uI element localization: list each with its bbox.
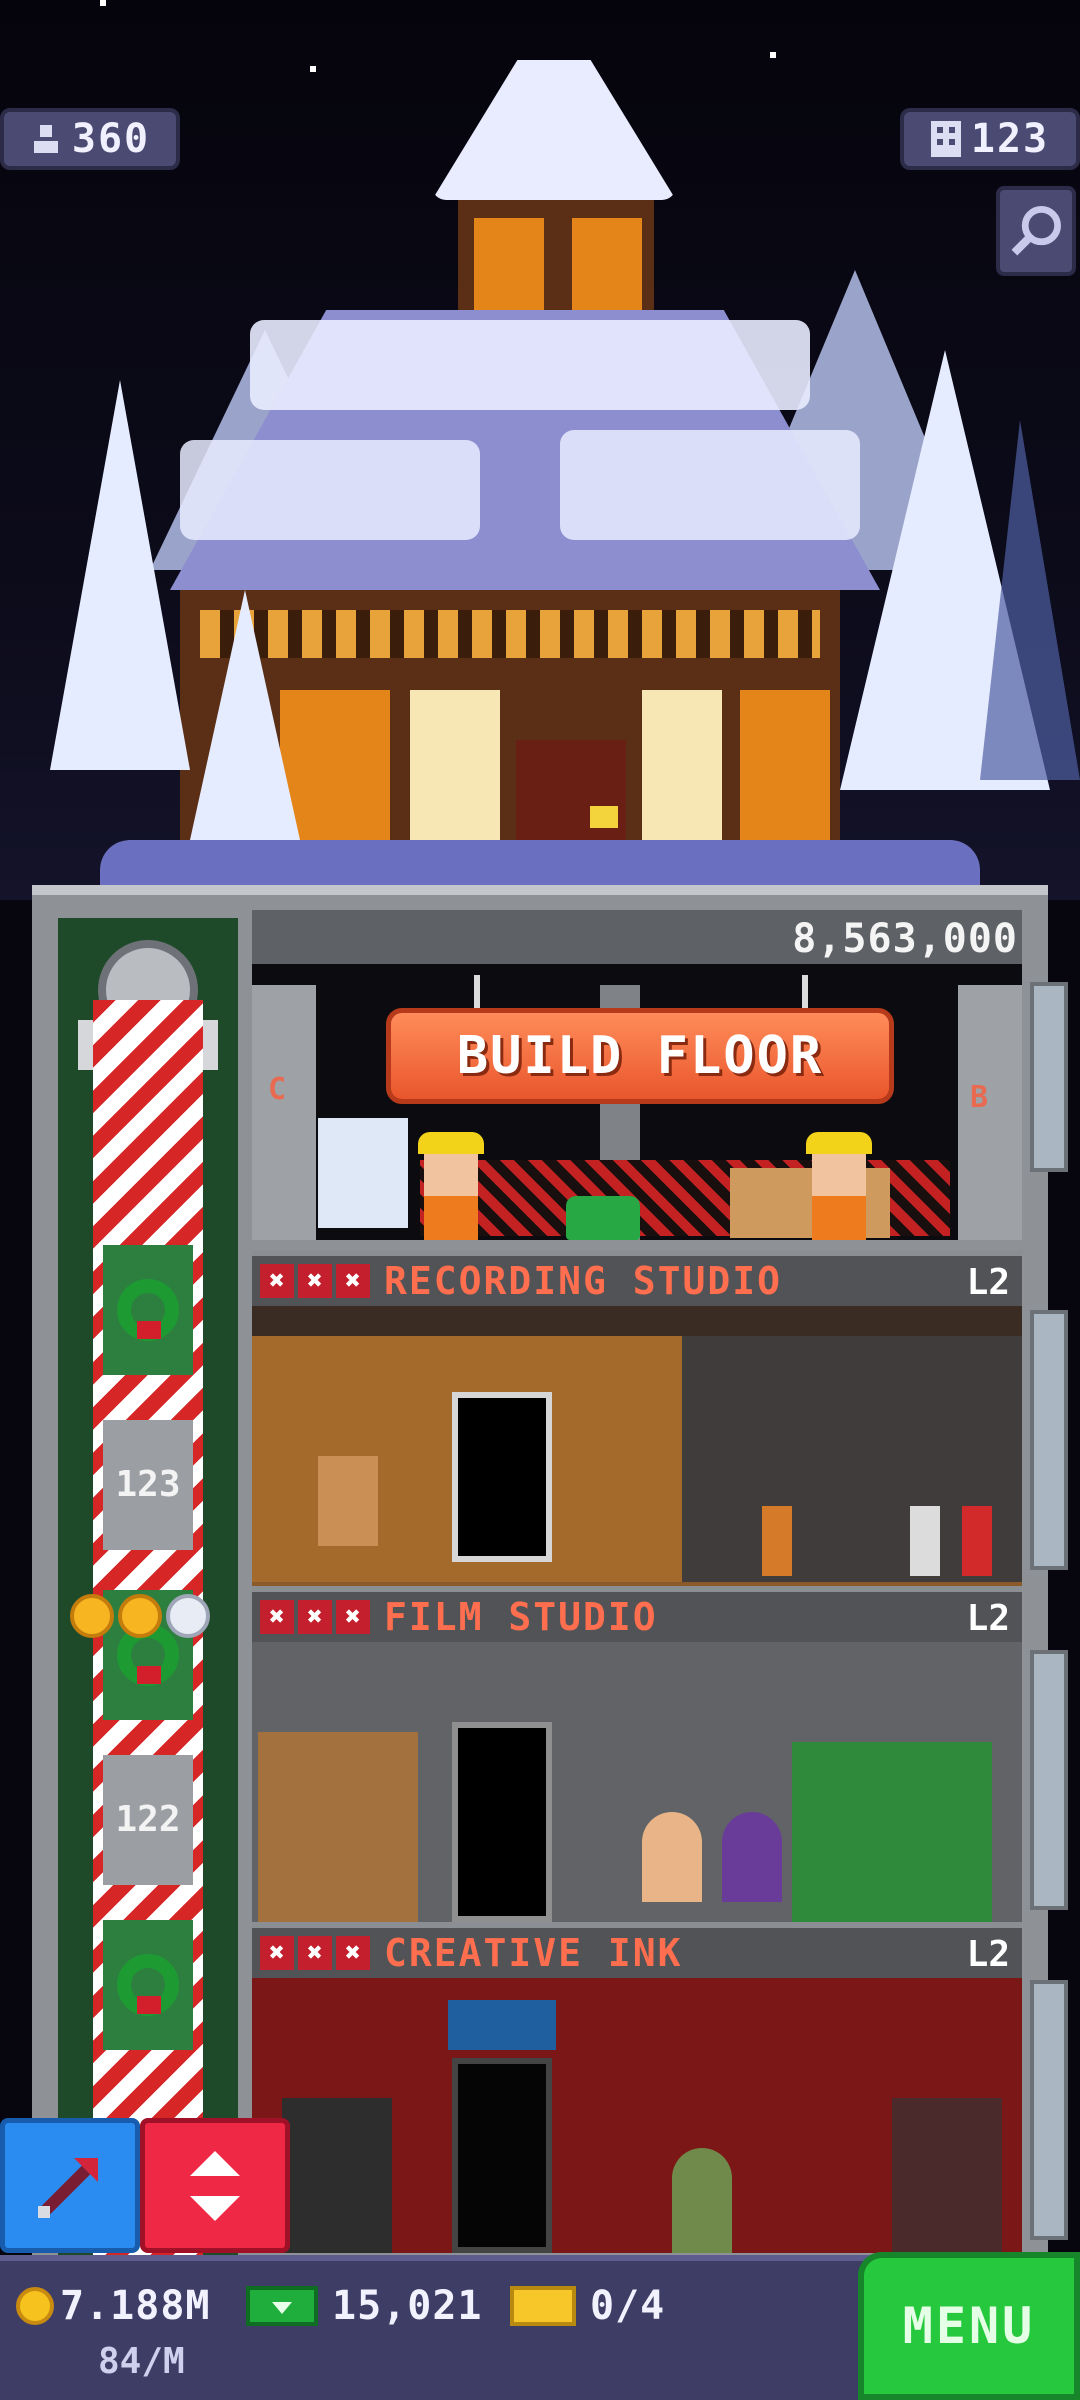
elevator-floor-number: 123 — [115, 1464, 181, 1505]
vip-tickets-display[interactable]: 0/4 — [510, 2283, 665, 2329]
empty-slot-icon: ✖ — [260, 1600, 294, 1634]
floor-label-recording-studio[interactable]: ✖ ✖ ✖ RECORDING STUDIO L2 — [252, 1250, 1022, 1306]
floors-counter[interactable]: 123 — [900, 108, 1080, 170]
magnifier-icon — [1011, 206, 1061, 256]
cash-icon — [246, 2286, 318, 2326]
lobby-trim — [200, 610, 820, 658]
floor-film-studio[interactable] — [252, 1642, 1022, 1922]
pointer-tool-button[interactable] — [0, 2118, 140, 2253]
zoom-button[interactable] — [996, 186, 1076, 276]
person-icon — [33, 125, 58, 153]
empty-slot-icon: ✖ — [298, 1936, 332, 1970]
bell-icon — [590, 806, 618, 828]
star — [310, 66, 316, 72]
empty-slot-icon: ✖ — [336, 1600, 370, 1634]
empty-slot-icon: ✖ — [336, 1264, 370, 1298]
floor-creative-ink[interactable] — [252, 1978, 1022, 2253]
bux-display[interactable]: 15,021 — [246, 2283, 483, 2329]
roof-snow — [180, 440, 480, 540]
floor-label-creative-ink[interactable]: ✖ ✖ ✖ CREATIVE INK L2 — [252, 1922, 1022, 1978]
vip-ticket-icon — [510, 2286, 576, 2326]
side-window — [1030, 982, 1068, 1172]
building-icon — [930, 121, 961, 157]
empty-slot-icon: ✖ — [298, 1264, 332, 1298]
pillar — [252, 985, 316, 1240]
up-down-arrows-icon — [190, 2150, 240, 2221]
wreath-icon — [117, 1279, 179, 1341]
coin-icon — [16, 2287, 54, 2325]
snow-block — [318, 1118, 408, 1228]
floor-recording-studio[interactable] — [252, 1306, 1022, 1590]
floor-name: FILM STUDIO — [384, 1595, 658, 1639]
floor-label-film-studio[interactable]: ✖ ✖ ✖ FILM STUDIO L2 — [252, 1586, 1022, 1642]
elevator-floor-stop[interactable]: 122 — [103, 1755, 193, 1885]
tickets-value: 0/4 — [590, 2283, 666, 2329]
population-counter[interactable]: 360 — [0, 108, 180, 170]
worker[interactable] — [418, 1132, 484, 1240]
side-window — [1030, 1310, 1068, 1570]
worker[interactable] — [806, 1132, 872, 1240]
slot-marker-right: B — [970, 1080, 989, 1115]
menu-button[interactable]: MENU — [858, 2252, 1080, 2400]
income-rate: 84/M — [98, 2341, 185, 2382]
elevator-floor-stop[interactable]: 123 — [103, 1420, 193, 1550]
elevator-car[interactable] — [103, 1245, 193, 1375]
arrow-pointer-icon — [38, 2157, 98, 2218]
sign-rope — [802, 975, 808, 1009]
floor-name: CREATIVE INK — [384, 1931, 683, 1975]
empty-slot-icon: ✖ — [260, 1936, 294, 1970]
roof-snow — [560, 430, 860, 540]
star — [770, 52, 776, 58]
bux-value: 15,021 — [332, 2283, 483, 2329]
empty-slot-icon: ✖ — [260, 1264, 294, 1298]
floor-level: L2 — [966, 1934, 1010, 1975]
window — [474, 218, 544, 310]
wreath-icon — [117, 1954, 179, 2016]
side-window — [1030, 1980, 1068, 2240]
empty-slot-icon: ✖ — [298, 1600, 332, 1634]
build-floor-button[interactable]: BUILD FLOOR — [386, 1008, 894, 1104]
window — [572, 218, 642, 310]
star — [100, 0, 106, 6]
elevator-car[interactable] — [103, 1920, 193, 2050]
coins-value: 7.188M — [60, 2283, 211, 2329]
floor-level: L2 — [966, 1598, 1010, 1639]
build-floor-price: 8,563,000 — [792, 916, 1018, 962]
coins-display[interactable]: 7.188M — [16, 2283, 211, 2329]
sign-rope — [474, 975, 480, 1009]
side-window — [1030, 1650, 1068, 1910]
floors-value: 123 — [970, 116, 1050, 162]
snow-bank — [100, 840, 980, 886]
elevator-control-button[interactable] — [140, 2118, 290, 2253]
gold-star-icon — [70, 1594, 114, 1638]
elevator-rating — [70, 1594, 210, 1638]
pillar — [958, 985, 1022, 1240]
slot-marker-left: C — [268, 1072, 287, 1107]
elevator-floor-number: 122 — [115, 1799, 181, 1840]
silver-star-icon — [166, 1594, 210, 1638]
empty-slot-icon: ✖ — [336, 1936, 370, 1970]
population-value: 360 — [71, 116, 151, 162]
floor-level: L2 — [966, 1262, 1010, 1303]
toolbox — [566, 1196, 640, 1240]
floor-name: RECORDING STUDIO — [384, 1259, 783, 1303]
gold-star-icon — [118, 1594, 162, 1638]
roof-snow — [250, 320, 810, 410]
